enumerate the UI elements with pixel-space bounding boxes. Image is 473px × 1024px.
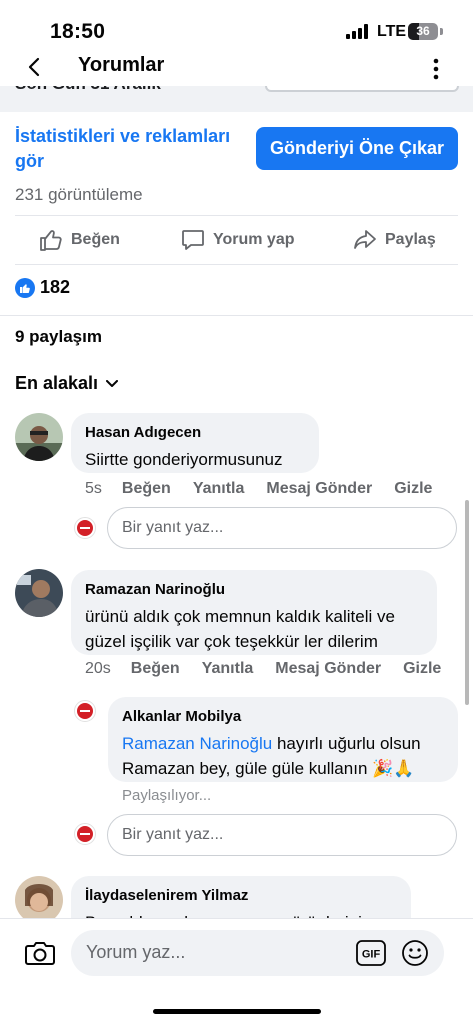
commenter-name[interactable]: Ramazan Narinoğlu	[85, 580, 423, 600]
comment-hide-button[interactable]: Gizle	[403, 660, 441, 678]
comment-meta: 5s Beğen Yanıtla Mesaj Gönder Gizle	[85, 480, 432, 498]
share-button[interactable]: Paylaş	[352, 225, 436, 255]
nav-bar: Yorumlar	[0, 48, 473, 86]
comment-label: Yorum yap	[213, 231, 295, 248]
share-count[interactable]: 9 paylaşım	[15, 327, 102, 347]
share-arrow-icon	[354, 230, 376, 249]
battery-level: 36	[416, 24, 430, 38]
comment-reply-button[interactable]: Yanıtla	[193, 480, 245, 498]
sort-label: En alakalı	[15, 373, 99, 393]
stats-link[interactable]: İstatistikleri ve reklamları gör	[15, 124, 245, 174]
comment-button[interactable]: Yorum yap	[180, 225, 295, 255]
like-label: Beğen	[71, 231, 120, 248]
comment-like-button[interactable]: Beğen	[131, 660, 180, 678]
gif-label: GIF	[362, 949, 381, 961]
reply-input[interactable]: Bir yanıt yaz...	[107, 507, 457, 549]
thumbs-up-icon	[40, 230, 62, 251]
emoji-icon[interactable]	[401, 939, 429, 967]
comment-composer: Yorum yaz... GIF	[0, 918, 473, 1024]
sort-dropdown[interactable]: En alakalı	[15, 373, 119, 394]
reply-author-name[interactable]: Alkanlar Mobilya	[122, 707, 444, 727]
page-logo-avatar	[74, 823, 96, 845]
gif-icon[interactable]: GIF	[356, 940, 386, 966]
comment-meta: 20s Beğen Yanıtla Mesaj Gönder Gizle	[85, 660, 441, 678]
avatar[interactable]	[15, 569, 63, 617]
divider	[0, 315, 473, 316]
status-time: 18:50	[50, 20, 106, 43]
signal-icon	[346, 24, 370, 39]
reply-bubble[interactable]: Alkanlar Mobilya Ramazan Narinoğlu hayır…	[108, 697, 458, 782]
like-reaction-icon	[15, 277, 35, 298]
battery-cap	[440, 28, 443, 35]
reply-text: Ramazan Narinoğlu hayırlı uğurlu olsun R…	[122, 731, 444, 781]
page-title: Yorumlar	[78, 54, 165, 76]
commenter-name[interactable]: Hasan Adıgecen	[85, 423, 305, 443]
comment-input[interactable]: Yorum yaz... GIF	[71, 930, 444, 976]
chevron-left-icon[interactable]	[20, 52, 50, 82]
network-type: LTE	[377, 23, 407, 40]
comment-text: ürünü aldık çok memnun kaldık kaliteli v…	[85, 607, 395, 651]
commenter-name[interactable]: İlaydaselenirem Yilmaz	[85, 886, 397, 906]
reaction-count: 182	[40, 277, 71, 297]
promote-post-button[interactable]: Gönderiyi Öne Çıkar	[256, 127, 458, 170]
comment-hide-button[interactable]: Gizle	[394, 480, 432, 498]
avatar[interactable]	[15, 413, 63, 461]
comment-bubble[interactable]: Hasan Adıgecen Siirtte gonderiyormusunuz	[71, 413, 319, 473]
reply-input[interactable]: Bir yanıt yaz...	[107, 814, 457, 856]
sharing-status: Paylaşılıyor...	[122, 787, 212, 804]
mention-link[interactable]: Ramazan Narinoğlu	[122, 734, 272, 753]
comment-bubble[interactable]: Ramazan Narinoğlu ürünü aldık çok memnun…	[71, 570, 437, 655]
scrollbar[interactable]	[465, 500, 469, 705]
divider	[15, 215, 458, 216]
comment-reply-button[interactable]: Yanıtla	[202, 660, 254, 678]
comment-input-placeholder: Yorum yaz...	[86, 942, 186, 962]
page-logo-avatar	[74, 517, 96, 539]
comment-time: 5s	[85, 480, 102, 497]
page-logo-avatar[interactable]	[74, 700, 96, 722]
battery-icon: 36	[408, 23, 438, 40]
like-button[interactable]: Beğen	[38, 225, 120, 255]
home-indicator	[153, 1009, 321, 1014]
status-bar: 18:50 LTE 36	[0, 0, 473, 50]
avatar[interactable]	[15, 876, 63, 924]
comment-message-button[interactable]: Mesaj Gönder	[275, 660, 381, 678]
comment-like-button[interactable]: Beğen	[122, 480, 171, 498]
chevron-down-icon	[106, 379, 119, 387]
share-label: Paylaş	[385, 231, 436, 248]
vertical-dots-icon[interactable]	[426, 56, 446, 82]
comment-time: 20s	[85, 660, 111, 677]
speech-bubble-icon	[182, 230, 204, 250]
comment-text: Siirtte gonderiyormusunuz	[85, 450, 283, 469]
divider	[15, 264, 458, 265]
view-count: 231 görüntüleme	[15, 185, 143, 204]
reactions-row[interactable]: 182	[15, 277, 70, 298]
comment-message-button[interactable]: Mesaj Gönder	[266, 480, 372, 498]
camera-icon[interactable]	[24, 939, 56, 967]
